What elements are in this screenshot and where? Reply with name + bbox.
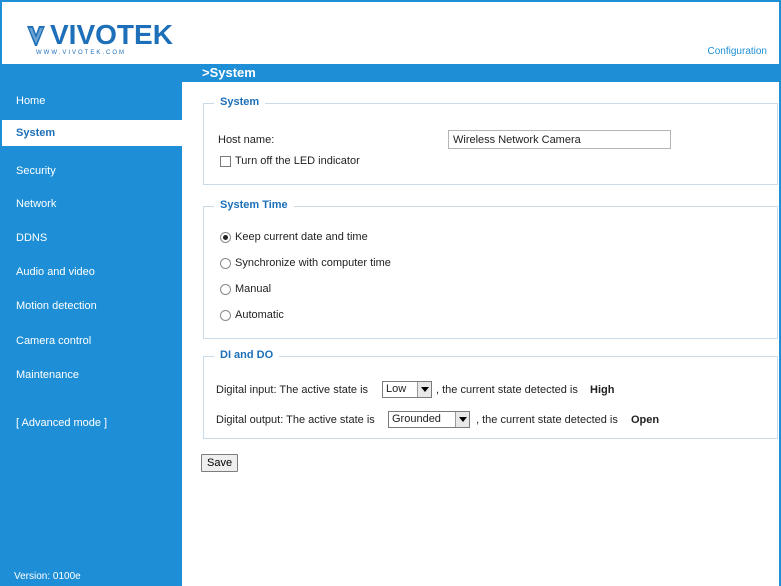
- system-time-group: System Time Keep current date and time S…: [203, 199, 778, 339]
- led-checkbox[interactable]: [220, 156, 231, 167]
- chevron-down-icon: [455, 412, 469, 427]
- sidebar-item-motion-detection[interactable]: Motion detection: [2, 293, 182, 319]
- version-label: Version: 0100e: [14, 571, 81, 582]
- sidebar-item-advanced-mode[interactable]: [ Advanced mode ]: [2, 410, 182, 436]
- chevron-down-icon: [417, 382, 431, 397]
- sidebar-item-camera-control[interactable]: Camera control: [2, 328, 182, 354]
- led-label: Turn off the LED indicator: [235, 155, 360, 167]
- sidebar-item-home[interactable]: Home: [2, 88, 182, 114]
- digital-input-select[interactable]: Low: [382, 381, 432, 398]
- digital-input-prefix: Digital input: The active state is: [216, 384, 369, 396]
- sync-computer-label: Synchronize with computer time: [235, 257, 391, 269]
- di-do-group: DI and DO Digital input: The active stat…: [203, 349, 778, 439]
- page-title: >System: [182, 64, 779, 82]
- logo-subtext: WWW.VIVOTEK.COM: [36, 50, 126, 56]
- logo-icon: [26, 25, 46, 46]
- digital-input-suffix: , the current state detected is: [436, 384, 578, 396]
- header: VIVOTEK WWW.VIVOTEK.COM Configuration: [2, 2, 779, 64]
- digital-input-selected: Low: [386, 383, 407, 395]
- system-time-legend: System Time: [214, 199, 294, 211]
- radio-manual[interactable]: [220, 284, 231, 295]
- radio-automatic[interactable]: [220, 310, 231, 321]
- digital-output-select[interactable]: Grounded: [388, 411, 470, 428]
- sidebar-item-ddns[interactable]: DDNS: [2, 225, 182, 251]
- sidebar-item-security[interactable]: Security: [2, 158, 182, 184]
- digital-output-suffix: , the current state detected is: [476, 414, 618, 426]
- digital-input-state: High: [590, 384, 615, 396]
- digital-output-selected: Grounded: [392, 413, 441, 425]
- automatic-label: Automatic: [235, 309, 284, 321]
- sidebar-item-system[interactable]: System: [2, 120, 184, 146]
- host-name-input[interactable]: [448, 130, 671, 149]
- radio-keep-current[interactable]: [220, 232, 231, 243]
- host-name-label: Host name:: [218, 134, 275, 146]
- digital-output-state: Open: [631, 414, 660, 426]
- sidebar-item-network[interactable]: Network: [2, 191, 182, 217]
- system-group: System Host name: Turn off the LED indic…: [203, 96, 778, 185]
- configuration-link[interactable]: Configuration: [708, 46, 767, 57]
- sidebar: Home System Security Network DDNS Audio …: [2, 64, 184, 586]
- digital-output-prefix: Digital output: The active state is: [216, 414, 375, 426]
- save-button[interactable]: Save: [201, 454, 239, 472]
- sidebar-item-maintenance[interactable]: Maintenance: [2, 362, 182, 388]
- manual-label: Manual: [235, 283, 272, 295]
- sidebar-item-audio-video[interactable]: Audio and video: [2, 259, 182, 285]
- radio-sync-computer[interactable]: [220, 258, 231, 269]
- keep-current-label: Keep current date and time: [235, 231, 368, 243]
- system-legend: System: [214, 96, 266, 108]
- logo-text: VIVOTEK: [50, 19, 173, 50]
- di-do-legend: DI and DO: [214, 349, 280, 361]
- vivotek-logo: VIVOTEK: [26, 19, 173, 50]
